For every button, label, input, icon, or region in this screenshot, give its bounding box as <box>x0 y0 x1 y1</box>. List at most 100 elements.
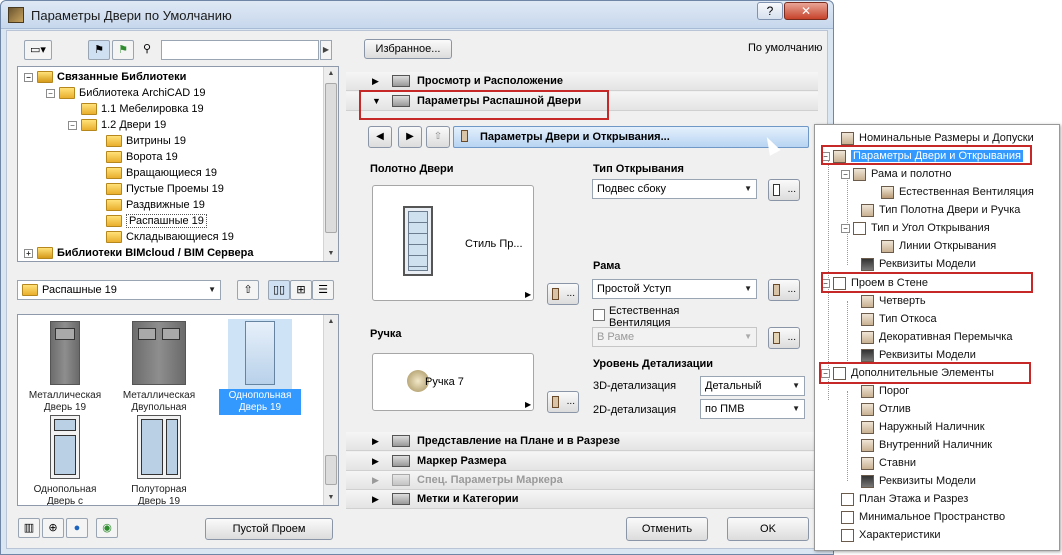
library-icon <box>37 71 53 84</box>
bimcomponents-icon[interactable]: ◉ <box>96 518 118 538</box>
library-manager-icon[interactable]: ▥ <box>18 518 40 538</box>
folder-icon <box>106 183 122 196</box>
small-icons-view-icon[interactable]: ⊞ <box>290 280 312 300</box>
tree-item[interactable]: Пустые Проемы 19 <box>106 181 224 197</box>
help-tree-item[interactable]: Характеристики <box>841 527 941 544</box>
opening-type-settings-button[interactable]: ... <box>768 179 800 201</box>
natural-vent-checkbox[interactable] <box>593 309 605 321</box>
collapse-icon[interactable]: − <box>841 223 850 233</box>
help-tree-item[interactable]: Наружный Наличник <box>861 419 985 436</box>
collapse-icon[interactable]: − <box>841 169 850 179</box>
scroll-down-icon[interactable]: ▼ <box>324 491 338 505</box>
tree-item[interactable]: −1.2 Двери 19 <box>68 117 166 133</box>
favorites-button[interactable]: Избранное... <box>364 39 452 59</box>
section-preview-placement[interactable]: ▶ Просмотр и Расположение <box>346 72 816 91</box>
view-mode-button[interactable]: ▭▾ <box>24 40 52 60</box>
help-tree-item[interactable]: Тип Откоса <box>861 311 937 328</box>
tree-item[interactable]: Раздвижные 19 <box>106 197 205 213</box>
detail-3d-select[interactable]: Детальный ▼ <box>700 376 805 396</box>
help-tree-item[interactable]: Ставни <box>861 455 916 472</box>
large-icons-view-icon[interactable]: ▯▯ <box>268 280 290 300</box>
close-button[interactable]: ✕ <box>784 2 828 20</box>
door-leaf-preview[interactable]: Стиль Пр... ▶ <box>372 185 534 301</box>
tree-item[interactable]: + Библиотеки BIMcloud / BIM Сервера <box>24 245 253 261</box>
detail-2d-select[interactable]: по ПМВ ▼ <box>700 399 805 419</box>
vent-settings-button[interactable]: ... <box>768 327 800 349</box>
search-arrow-icon[interactable]: ▶ <box>320 40 332 60</box>
collapse-icon[interactable]: − <box>46 88 55 98</box>
expand-triangle-icon: ▶ <box>372 475 379 485</box>
folder-up-icon[interactable]: ⇧ <box>237 280 259 300</box>
help-tree-item[interactable]: Линии Открывания <box>881 238 996 255</box>
prev-page-button[interactable]: ◀ <box>368 126 392 148</box>
scroll-up-icon[interactable]: ▲ <box>324 315 338 329</box>
tree-scrollbar[interactable]: ▲ ▼ <box>323 67 338 261</box>
tree-item[interactable]: Витрины 19 <box>106 133 186 149</box>
page-selector[interactable]: Параметры Двери и Открывания... <box>453 126 809 148</box>
gallery-item[interactable]: Металлическая Двупольная две... <box>118 321 200 427</box>
help-tree-item[interactable]: План Этажа и Разрез <box>841 491 968 508</box>
tree-view-icon[interactable]: ⚑ <box>112 40 134 60</box>
collapse-icon[interactable]: − <box>68 120 77 130</box>
tree-item[interactable]: Складывающиеся 19 <box>106 229 234 245</box>
handle-preview[interactable]: Ручка 7 ▶ <box>372 353 534 411</box>
scroll-up-icon[interactable]: ▲ <box>324 67 338 81</box>
help-tree-item[interactable]: − Рама и полотно <box>841 166 952 183</box>
help-tree-item[interactable]: Естественная Вентиляция <box>881 184 1034 201</box>
gallery-item[interactable]: Полуторная Дверь 19 <box>118 415 200 505</box>
section-plan-section[interactable]: ▶ Представление на Плане и в Разрезе <box>346 432 816 451</box>
object-gallery[interactable]: Металлическая Дверь 19 Металлическая Дву… <box>17 314 339 506</box>
frame-label: Рама <box>593 260 621 272</box>
handle-settings-button[interactable]: ... <box>547 391 579 413</box>
help-tree-item[interactable]: − Тип и Угол Открывания <box>841 220 990 237</box>
tree-item[interactable]: 1.1 Мебелировка 19 <box>81 101 204 117</box>
gallery-item[interactable]: Металлическая Дверь 19 <box>24 321 106 415</box>
tree-item[interactable]: − Библиотека ArchiCAD 19 <box>46 85 205 101</box>
folder-view-icon[interactable]: ⚑ <box>88 40 110 60</box>
gallery-item[interactable]: Однопольная Дверь с Фрамуг... <box>24 415 106 505</box>
help-tree-item[interactable]: Порог <box>861 383 909 400</box>
gallery-item-selected[interactable]: Однопольная Дверь 19 <box>219 321 301 415</box>
help-button[interactable]: ? <box>757 2 783 20</box>
threshold-icon <box>861 384 874 398</box>
globe-icon[interactable]: ● <box>66 518 88 538</box>
section-dimension-marker[interactable]: ▶ Маркер Размера <box>346 452 816 471</box>
section-tags-categories[interactable]: ▶ Метки и Категории <box>346 490 816 509</box>
search-icon[interactable]: ⚲ <box>136 40 158 60</box>
help-tree-item[interactable]: Внутренний Наличник <box>861 437 992 454</box>
help-tree-item[interactable]: Тип Полотна Двери и Ручка <box>861 202 1020 219</box>
cancel-button[interactable]: Отменить <box>626 517 708 541</box>
leaf-settings-button[interactable]: ... <box>547 283 579 305</box>
help-tree-item[interactable]: Четверть <box>861 293 926 310</box>
empty-opening-button[interactable]: Пустой Проем <box>205 518 333 540</box>
section-custom-marker[interactable]: ▶ Спец. Параметры Маркера <box>346 471 816 490</box>
help-tree-item[interactable]: Отлив <box>861 401 911 418</box>
ok-button[interactable]: OK <box>727 517 809 541</box>
library-tree[interactable]: − Связанные Библиотеки − Библиотека ArchiC… <box>17 66 339 262</box>
add-object-icon[interactable]: ⊕ <box>42 518 64 538</box>
help-tree-item[interactable]: Минимальное Пространство <box>841 509 1005 526</box>
folder-select[interactable]: Распашные 19 ▼ <box>17 280 221 300</box>
list-view-icon[interactable]: ☰ <box>312 280 334 300</box>
frame-select[interactable]: Простой Уступ ▼ <box>592 279 757 299</box>
opening-type-select[interactable]: Подвес сбоку ▼ <box>592 179 757 199</box>
collapse-icon[interactable]: − <box>24 72 33 82</box>
help-tree-item[interactable]: Реквизиты Модели <box>861 473 976 490</box>
title-bar[interactable]: Параметры Двери по Умолчанию ? ✕ <box>1 1 833 29</box>
natural-vent-select[interactable]: В Раме ▼ <box>592 327 757 347</box>
next-page-button[interactable]: ▶ <box>398 126 422 148</box>
page-up-icon[interactable]: ⇧ <box>426 126 450 148</box>
gallery-scrollbar[interactable]: ▲ ▼ <box>323 315 338 505</box>
scroll-thumb[interactable] <box>325 455 337 485</box>
scroll-down-icon[interactable]: ▼ <box>324 247 338 261</box>
tree-item-selected[interactable]: Распашные 19 <box>106 213 207 229</box>
expand-icon[interactable]: + <box>24 248 33 258</box>
scroll-thumb[interactable] <box>325 83 337 233</box>
tree-item[interactable]: − Связанные Библиотеки <box>24 69 186 85</box>
frame-settings-button[interactable]: ... <box>768 279 800 301</box>
tree-item[interactable]: Вращающиеся 19 <box>106 165 217 181</box>
tree-item[interactable]: Ворота 19 <box>106 149 178 165</box>
help-tree-item[interactable]: Декоративная Перемычка <box>861 329 1012 346</box>
search-input[interactable] <box>161 40 319 60</box>
help-tree-item[interactable]: Реквизиты Модели <box>861 256 976 273</box>
